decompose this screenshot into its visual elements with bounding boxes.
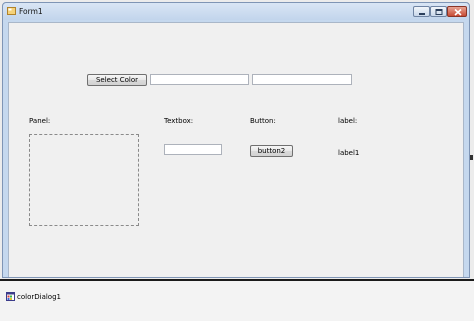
designer-surface: Form1 Select Color Panel: Textbox: Butto… — [0, 0, 474, 279]
resize-handle[interactable] — [470, 155, 473, 160]
form-window[interactable]: Form1 Select Color Panel: Textbox: Butto… — [2, 2, 470, 278]
form-client-area: Select Color Panel: Textbox: Button: lab… — [8, 22, 464, 277]
label1: label1 — [338, 149, 360, 157]
color-textbox-2[interactable] — [252, 74, 352, 85]
textbox-label: Textbox: — [164, 117, 194, 125]
color-dialog-icon — [6, 292, 15, 301]
window-title: Form1 — [19, 7, 43, 16]
app-icon — [7, 7, 16, 15]
maximize-button[interactable] — [430, 6, 447, 17]
select-color-button[interactable]: Select Color — [87, 74, 147, 86]
maximize-icon — [435, 9, 443, 15]
button2[interactable]: button2 — [250, 145, 293, 157]
button-label: Button: — [250, 117, 276, 125]
color-dialog-label: colorDialog1 — [17, 293, 61, 301]
color-textbox-1[interactable] — [150, 74, 249, 85]
minimize-button[interactable] — [413, 6, 430, 17]
textbox1[interactable] — [164, 144, 222, 155]
component-tray: colorDialog1 — [0, 281, 474, 321]
panel-label: Panel: — [29, 117, 51, 125]
close-icon — [454, 8, 462, 16]
panel1[interactable] — [29, 134, 139, 226]
minimize-icon — [419, 13, 425, 15]
title-bar[interactable]: Form1 — [3, 3, 469, 20]
label-label: label: — [338, 117, 358, 125]
close-button[interactable] — [447, 6, 467, 17]
